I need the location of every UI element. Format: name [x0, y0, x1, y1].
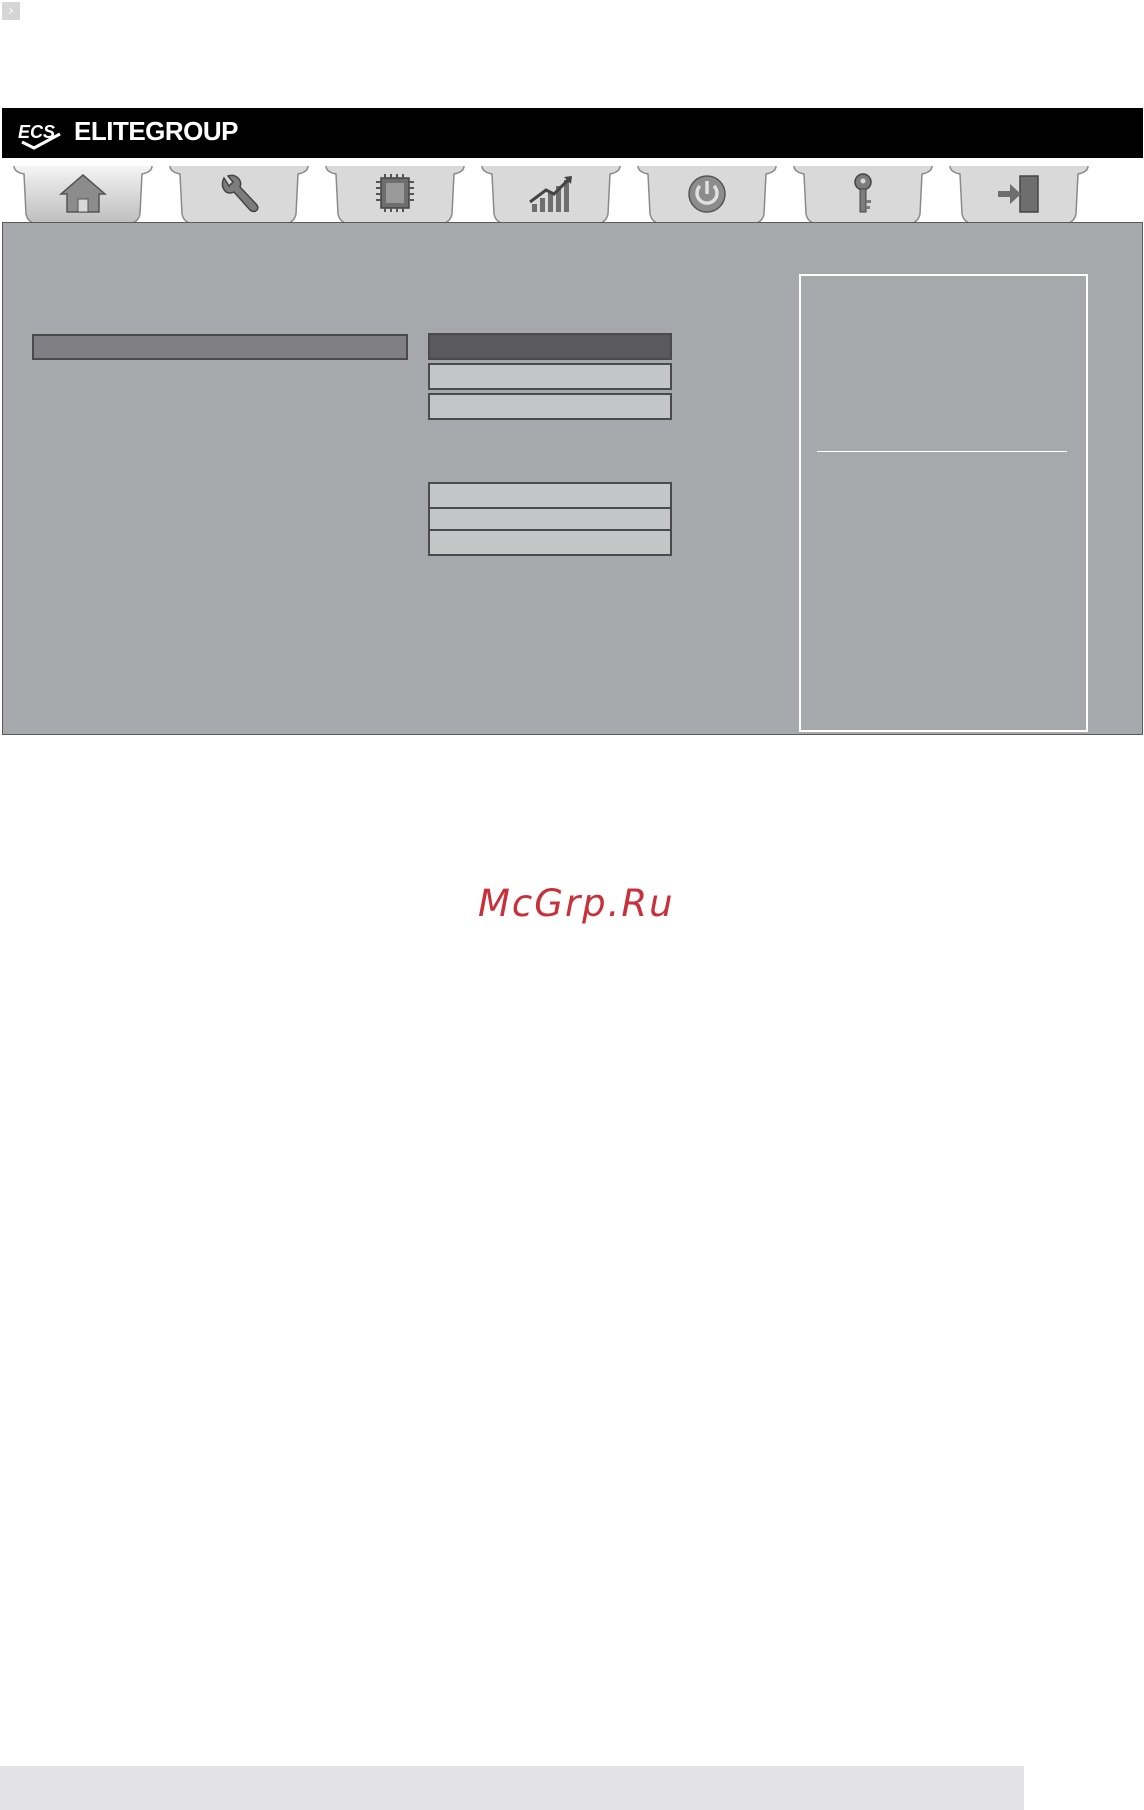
bios-setup-window: ECS ELITEGROUP	[2, 108, 1143, 735]
tab-performance[interactable]	[478, 162, 624, 226]
tab-power[interactable]	[634, 162, 780, 226]
option-item[interactable]	[428, 482, 672, 509]
option-item[interactable]	[428, 363, 672, 390]
tab-main[interactable]	[10, 162, 156, 226]
home-icon	[58, 174, 108, 213]
bar-chart-icon	[529, 176, 572, 212]
settings-content-area	[2, 222, 1143, 735]
tab-security[interactable]	[790, 162, 936, 226]
key-icon	[854, 173, 872, 213]
brand-name: ELITEGROUP	[74, 116, 239, 146]
help-divider	[817, 451, 1067, 452]
option-item[interactable]	[428, 529, 672, 556]
page-marker: ›	[2, 2, 20, 20]
option-item-selected[interactable]	[428, 333, 672, 360]
exit-door-icon	[998, 175, 1039, 213]
tab-strip	[2, 158, 1143, 230]
tab-advanced[interactable]	[166, 162, 312, 226]
watermark: McGrp.Ru	[478, 882, 675, 925]
tab-chipset[interactable]	[322, 162, 468, 226]
option-item[interactable]	[428, 507, 672, 531]
footer-bar	[0, 1766, 1024, 1810]
chip-icon	[376, 174, 414, 212]
tab-exit[interactable]	[946, 162, 1092, 226]
power-icon	[688, 175, 726, 213]
wrench-icon	[221, 174, 259, 213]
selected-setting-row[interactable]	[32, 334, 408, 360]
help-panel	[799, 274, 1088, 732]
option-item[interactable]	[428, 393, 672, 420]
ecs-logo: ECS	[18, 122, 61, 150]
brand-header: ECS ELITEGROUP	[2, 108, 1143, 158]
